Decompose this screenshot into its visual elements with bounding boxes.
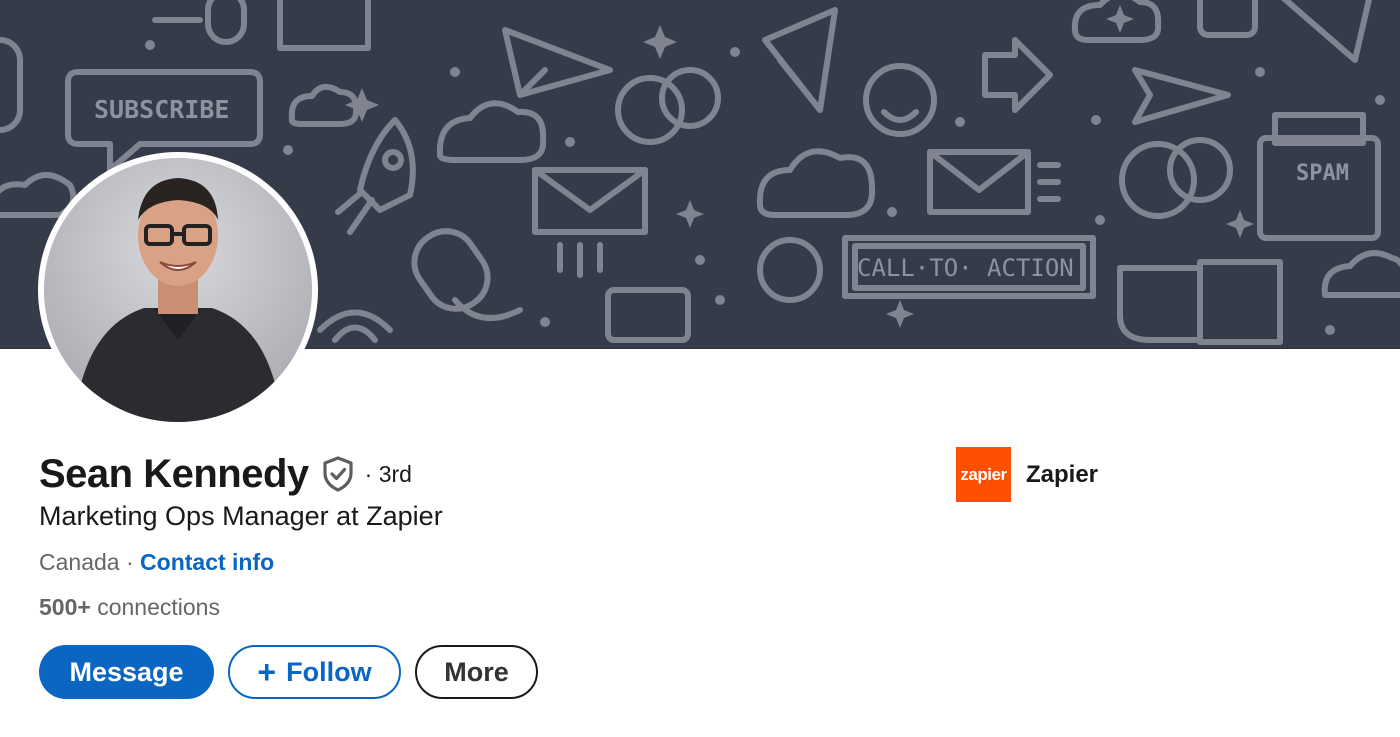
profile-location: Canada [39, 549, 120, 575]
profile-headline: Marketing Ops Manager at Zapier [39, 501, 443, 531]
follow-button[interactable]: + Follow [228, 645, 401, 699]
connections-row[interactable]: 500+ connections [39, 594, 220, 621]
location-separator: · [119, 549, 141, 575]
message-button-label: Message [69, 656, 184, 687]
follow-button-label: Follow [286, 656, 372, 687]
subscribe-text: SUBSCRIBE [94, 95, 229, 124]
current-company-link[interactable]: zapier Zapier [956, 447, 1098, 502]
more-button[interactable]: More [415, 645, 538, 699]
company-name: Zapier [1026, 460, 1099, 488]
location-row: Canada · Contact info [39, 549, 274, 576]
profile-photo[interactable] [44, 158, 312, 422]
call-to-action-text: CALL·TO· ACTION [857, 254, 1074, 282]
profile-name: Sean Kennedy [39, 451, 309, 496]
avatar-illustration [44, 158, 312, 422]
connections-label: connections [90, 594, 220, 620]
connection-degree: · 3rd [364, 460, 412, 487]
connections-count: 500+ [39, 594, 91, 620]
contact-info-link[interactable]: Contact info [140, 549, 274, 575]
verified-shield-icon[interactable] [321, 455, 355, 493]
spam-text: SPAM [1296, 161, 1349, 186]
zapier-logo: zapier [956, 447, 1011, 502]
more-button-label: More [444, 656, 509, 687]
plus-icon: + [257, 654, 277, 690]
name-row: Sean Kennedy · 3rd [39, 450, 412, 498]
message-button[interactable]: Message [39, 645, 214, 699]
profile-photo-frame [38, 152, 318, 428]
